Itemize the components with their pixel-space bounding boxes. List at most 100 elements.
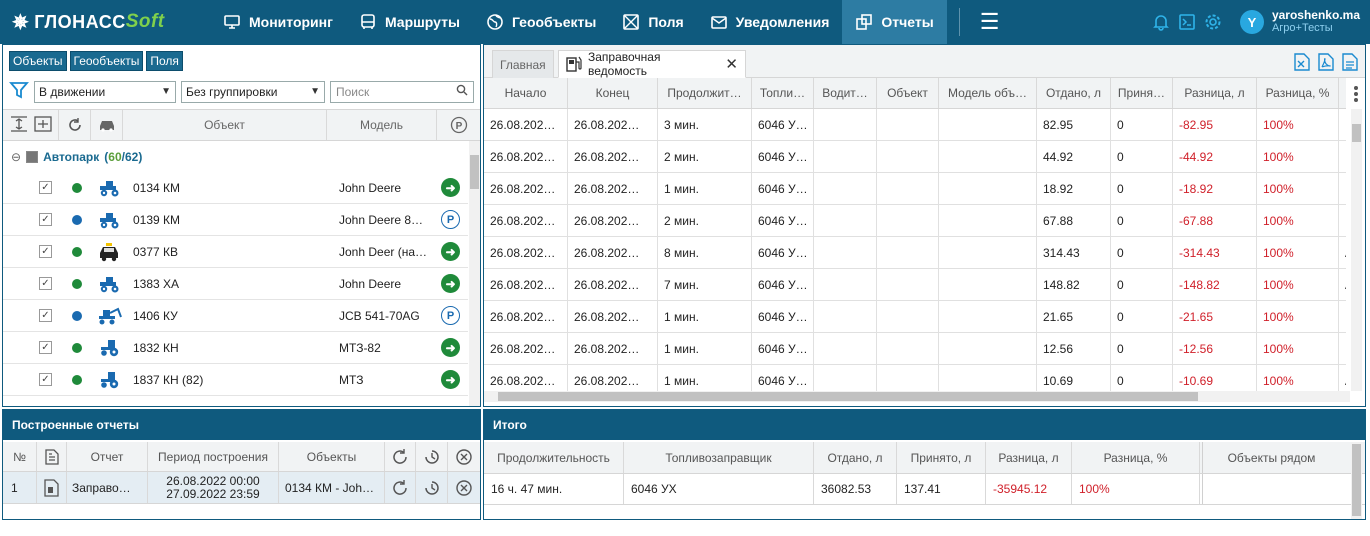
object-row[interactable]: ✓ 1383 ХА John Deere ➜ — [3, 268, 468, 300]
tab-objects[interactable]: Объекты — [9, 51, 67, 71]
collapse-group-icon[interactable]: ⊖ — [11, 150, 21, 164]
group-checkbox[interactable] — [26, 150, 39, 163]
menu-icon[interactable]: ☰ — [972, 9, 1008, 35]
report-col-header[interactable]: Объект — [877, 78, 939, 108]
built-reports-header: № Отчет Период построения Объекты — [3, 442, 480, 472]
report-col-header[interactable]: Разница, % — [1257, 78, 1339, 108]
report-cell-extra — [1339, 141, 1346, 172]
user-info[interactable]: yaroshenko.ma Агро+Тесты — [1272, 9, 1360, 35]
report-row[interactable]: 26.08.202… 26.08.202… 2 мин. 6046 У… 67.88 0-… — [484, 205, 1346, 237]
objects-list: ✓ 0134 КМ John Deere ➜ ✓ 0139 КМ John Deere 8…… — [3, 172, 468, 396]
filter-icon[interactable] — [9, 80, 29, 103]
object-checkbox[interactable]: ✓ — [39, 181, 52, 194]
report-cell-object — [877, 333, 939, 364]
report-col-header[interactable]: Топли… — [752, 78, 814, 108]
report-hscroll-thumb[interactable] — [498, 392, 1198, 401]
report-col-header[interactable]: Приня… — [1111, 78, 1173, 108]
object-checkbox[interactable]: ✓ — [39, 341, 52, 354]
object-checkbox[interactable]: ✓ — [39, 213, 52, 226]
built-reports-panel: Построенные отчеты № Отчет Период постро… — [2, 409, 481, 520]
group-row-autopark[interactable]: ⊖ Автопарк (60/62) — [3, 141, 468, 172]
objects-scroll-thumb[interactable] — [470, 155, 479, 189]
nav-monitoring[interactable]: Мониторинг — [210, 0, 346, 44]
export-excel-icon[interactable] — [1294, 53, 1310, 71]
collapse-all-icon[interactable] — [33, 115, 52, 135]
logo[interactable]: ✵ ГЛОНАСС Soft — [0, 10, 210, 35]
totals-scrollbar[interactable] — [1351, 442, 1362, 519]
column-menu-icon[interactable] — [1350, 83, 1362, 105]
report-cell-pct: 100% — [1257, 173, 1339, 204]
tab-home[interactable]: Главная — [492, 50, 554, 78]
col-object[interactable]: Объект — [123, 110, 327, 140]
tab-fuel-report[interactable]: Заправочная ведомость ✕ — [558, 50, 746, 78]
built-reports-title: Построенные отчеты — [3, 410, 480, 440]
export-pdf-icon[interactable] — [1318, 53, 1334, 71]
history-icon[interactable] — [416, 442, 448, 471]
report-col-header[interactable]: Разница, л — [1173, 78, 1257, 108]
report-row[interactable]: 26.08.202… 26.08.202… 2 мин. 6046 У… 44.92 0-… — [484, 141, 1346, 173]
nav-notifications[interactable]: Уведомления — [697, 0, 843, 44]
object-row[interactable]: ✓ 0139 КМ John Deere 8… P — [3, 204, 468, 236]
nav-routes[interactable]: Маршруты — [346, 0, 473, 44]
delete-report-icon[interactable] — [448, 472, 480, 503]
report-vscrollbar[interactable] — [1351, 109, 1362, 391]
object-checkbox[interactable]: ✓ — [39, 309, 52, 322]
report-row[interactable]: 26.08.202… 26.08.202… 1 мин. 6046 У… 12.56 0-… — [484, 333, 1346, 365]
report-row[interactable]: 26.08.202… 26.08.202… 7 мин. 6046 У… 148.82 0… — [484, 269, 1346, 301]
report-cell-fuel: 6046 У… — [752, 141, 814, 172]
object-row[interactable]: ✓ 1832 КН МТЗ-82 ➜ — [3, 332, 468, 364]
built-report-row[interactable]: 1 Заправо… 26.08.2022 00:00 27.09.2022 2… — [3, 472, 480, 504]
expand-all-icon[interactable] — [10, 115, 28, 135]
object-checkbox[interactable]: ✓ — [39, 277, 52, 290]
rebuild-report-icon[interactable] — [385, 472, 416, 503]
main-nav: Мониторинг Маршруты Геообъекты Поля Увед… — [210, 0, 947, 44]
report-cell-fuel: 6046 У… — [752, 269, 814, 300]
bell-icon[interactable] — [1152, 13, 1170, 31]
tab-fields[interactable]: Поля — [146, 51, 183, 71]
col-model[interactable]: Модель — [327, 110, 437, 140]
nav-fields[interactable]: Поля — [609, 0, 696, 44]
objects-panel: Объекты Геообъекты Поля В движении ▼ Без … — [2, 44, 481, 407]
search-input[interactable]: Поиск — [330, 80, 474, 103]
close-tab-icon[interactable]: ✕ — [725, 55, 738, 73]
report-history-icon[interactable] — [416, 472, 448, 503]
report-vscroll-thumb[interactable] — [1352, 124, 1361, 142]
avatar[interactable]: Y — [1239, 10, 1264, 34]
report-col-header[interactable]: Отдано, л — [1037, 78, 1111, 108]
report-row[interactable]: 26.08.202… 26.08.202… 1 мин. 6046 У… 21.65 0-… — [484, 301, 1346, 333]
terminal-icon[interactable] — [1178, 13, 1196, 31]
object-row[interactable]: ✓ 0134 КМ John Deere ➜ — [3, 172, 468, 204]
report-col-header[interactable]: Продолжит… — [658, 78, 752, 108]
delete-all-icon[interactable] — [448, 442, 480, 471]
report-col-header[interactable]: Конец — [568, 78, 658, 108]
report-col-header[interactable]: Модель объ… — [939, 78, 1037, 108]
object-row[interactable]: ✓ 1837 КН (82) МТЗ ➜ — [3, 364, 468, 396]
object-row[interactable]: ✓ 0377 КВ Jonh Deer (на… ➜ — [3, 236, 468, 268]
tot-near — [1202, 474, 1340, 504]
report-col-header[interactable]: Начало — [484, 78, 568, 108]
object-row[interactable]: ✓ 1406 КУ JCB 541-70AG P — [3, 300, 468, 332]
totals-scroll-thumb[interactable] — [1352, 444, 1361, 516]
nav-reports-label: Отчеты — [881, 14, 934, 30]
objects-scrollbar[interactable] — [469, 141, 480, 406]
refresh-status-icon[interactable] — [59, 110, 91, 140]
report-row[interactable]: 26.08.202… 26.08.202… 1 мин. 6046 У… 18.92 0-… — [484, 173, 1346, 205]
export-doc-icon[interactable] — [1342, 53, 1358, 71]
report-cell-dur: 8 мин. — [658, 237, 752, 268]
report-col-header[interactable]: Водит… — [814, 78, 877, 108]
report-hscrollbar[interactable] — [484, 391, 1350, 402]
report-row[interactable]: 26.08.202… 26.08.202… 8 мин. 6046 У… 314.43 0… — [484, 237, 1346, 269]
object-checkbox[interactable]: ✓ — [39, 245, 52, 258]
gear-icon[interactable] — [1204, 13, 1222, 31]
report-row[interactable]: 26.08.202… 26.08.202… 3 мин. 6046 У… 82.95 0-… — [484, 109, 1346, 141]
report-table-header: Начало Конец Продолжит… Топли… Водит… Объект М… — [484, 78, 1346, 109]
motion-filter-select[interactable]: В движении ▼ — [34, 80, 176, 103]
nav-reports[interactable]: Отчеты — [842, 0, 947, 44]
object-name: 1837 КН (82) — [133, 372, 204, 387]
report-cell-driver — [814, 333, 877, 364]
grouping-select[interactable]: Без группировки ▼ — [181, 80, 325, 103]
object-checkbox[interactable]: ✓ — [39, 373, 52, 386]
tab-geoobjects[interactable]: Геообъекты — [69, 51, 144, 71]
rebuild-all-icon[interactable] — [385, 442, 416, 471]
nav-geoobjects[interactable]: Геообъекты — [473, 0, 609, 44]
